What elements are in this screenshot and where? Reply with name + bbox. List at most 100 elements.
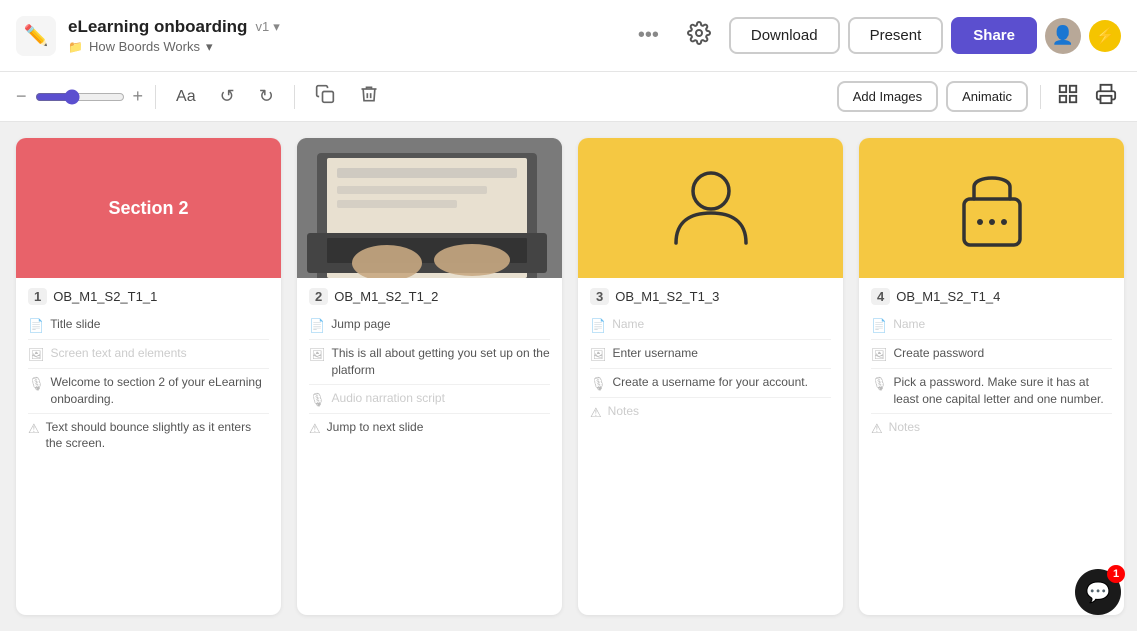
card-4-number-row: 4 OB_M1_S2_T1_4 (871, 288, 1112, 305)
card-2-screen[interactable]: This is all about getting you set up on … (332, 345, 550, 379)
card-1-image: Section 2 (16, 138, 281, 278)
zoom-out-button[interactable]: − (16, 86, 27, 107)
card-2-name-row: 📄 Jump page (309, 311, 550, 340)
card-1: Section 2 1 OB_M1_S2_T1_1 📄 Title slide … (16, 138, 281, 615)
mic-icon-3: 🎙 (590, 376, 607, 392)
chat-badge: 1 (1107, 565, 1125, 583)
warning-icon-2: ⚠ (309, 421, 321, 437)
card-1-number-row: 1 OB_M1_S2_T1_1 (28, 288, 269, 305)
text-style-button[interactable]: Aa (168, 84, 204, 110)
settings-button[interactable] (677, 15, 721, 57)
delete-button[interactable] (351, 80, 387, 113)
warning-icon-4: ⚠ (871, 421, 883, 437)
card-2: 2 OB_M1_S2_T1_2 📄 Jump page 🖼 This is al… (297, 138, 562, 615)
card-1-number: 1 (28, 288, 47, 305)
card-4: 4 OB_M1_S2_T1_4 📄 Name 🖼 Create password… (859, 138, 1124, 615)
warning-icon-3: ⚠ (590, 405, 602, 421)
screen-icon-4: 🖼 (871, 347, 888, 363)
project-title: eLearning onboarding (68, 17, 247, 37)
undo-button[interactable]: ↺ (212, 82, 243, 111)
card-3-notes-row[interactable]: ⚠ Notes (590, 398, 831, 426)
card-4-name-placeholder[interactable]: Name (893, 316, 925, 333)
trash-icon (359, 84, 379, 104)
person-icon (671, 163, 751, 253)
warning-icon: ⚠ (28, 421, 40, 437)
card-4-notes-placeholder[interactable]: Notes (889, 419, 920, 436)
card-4-narration-row[interactable]: 🎙 Pick a password. Make sure it has at l… (871, 369, 1112, 414)
copy-icon (315, 84, 335, 104)
card-4-body: 4 OB_M1_S2_T1_4 📄 Name 🖼 Create password… (859, 278, 1124, 615)
card-4-screen-row[interactable]: 🖼 Create password (871, 340, 1112, 369)
header-title-group: eLearning onboarding v1 ▾ 📁 How Boords W… (68, 17, 616, 55)
card-4-notes-row[interactable]: ⚠ Notes (871, 414, 1112, 442)
card-1-screen-placeholder[interactable]: Screen text and elements (51, 345, 187, 362)
breadcrumb[interactable]: 📁 How Boords Works ▾ (68, 39, 616, 55)
document-icon-3: 📄 (590, 318, 606, 334)
card-1-notes-row[interactable]: ⚠ Text should bounce slightly as it ente… (28, 414, 269, 458)
logo-icon[interactable]: ✏️ (16, 16, 56, 56)
separator2 (294, 85, 295, 109)
print-button[interactable] (1091, 79, 1121, 114)
card-3-image (578, 138, 843, 278)
zoom-slider[interactable] (35, 89, 125, 105)
card-1-screen-row[interactable]: 🖼 Screen text and elements (28, 340, 269, 369)
section-label: Section 2 (108, 198, 188, 219)
list-view-button[interactable] (1053, 79, 1083, 114)
separator3 (1040, 85, 1041, 109)
card-2-image (297, 138, 562, 278)
mic-icon: 🎙 (28, 376, 45, 392)
add-images-button[interactable]: Add Images (837, 81, 938, 112)
separator (155, 85, 156, 109)
card-2-notes[interactable]: Jump to next slide (327, 419, 424, 436)
download-button[interactable]: Download (729, 17, 840, 54)
card-4-number: 4 (871, 288, 890, 305)
card-4-name-row[interactable]: 📄 Name (871, 311, 1112, 340)
card-4-narration[interactable]: Pick a password. Make sure it has at lea… (894, 374, 1112, 408)
card-1-name[interactable]: Title slide (50, 316, 100, 333)
card-3-screen-row[interactable]: 🖼 Enter username (590, 340, 831, 369)
chat-button[interactable]: 💬 1 (1075, 569, 1121, 615)
card-4-screen[interactable]: Create password (894, 345, 985, 362)
more-options-button[interactable]: ••• (628, 18, 669, 53)
lightning-button[interactable]: ⚡ (1089, 20, 1121, 52)
redo-button[interactable]: ↻ (251, 82, 282, 111)
zoom-in-button[interactable]: + (133, 86, 144, 107)
card-3-notes-placeholder[interactable]: Notes (608, 403, 639, 420)
card-3-screen[interactable]: Enter username (613, 345, 698, 362)
card-1-narration-row[interactable]: 🎙 Welcome to section 2 of your eLearning… (28, 369, 269, 414)
card-1-id: OB_M1_S2_T1_1 (53, 289, 157, 304)
screen-icon-3: 🖼 (590, 347, 607, 363)
print-icon (1095, 83, 1117, 105)
card-4-image (859, 138, 1124, 278)
toolbar: − + Aa ↺ ↻ Add Images Animatic (0, 72, 1137, 122)
present-button[interactable]: Present (848, 17, 944, 54)
lock-icon (952, 161, 1032, 256)
card-3-name-row[interactable]: 📄 Name (590, 311, 831, 340)
card-2-narration-row[interactable]: 🎙 Audio narration script (309, 385, 550, 414)
cards-area: Section 2 1 OB_M1_S2_T1_1 📄 Title slide … (0, 122, 1137, 631)
card-3-narration[interactable]: Create a username for your account. (613, 374, 808, 391)
document-icon-2: 📄 (309, 318, 325, 334)
screen-icon: 🖼 (28, 347, 45, 363)
card-1-narration[interactable]: Welcome to section 2 of your eLearning o… (51, 374, 269, 408)
copy-button[interactable] (307, 80, 343, 113)
chat-icon: 💬 (1086, 580, 1111, 605)
avatar[interactable]: 👤 (1045, 18, 1081, 54)
card-3-number: 3 (590, 288, 609, 305)
card-2-narration-placeholder[interactable]: Audio narration script (332, 390, 445, 407)
card-2-notes-row[interactable]: ⚠ Jump to next slide (309, 414, 550, 442)
mic-icon-2: 🎙 (309, 392, 326, 408)
share-button[interactable]: Share (951, 17, 1037, 54)
animatic-button[interactable]: Animatic (946, 81, 1028, 112)
header-title-row: eLearning onboarding v1 ▾ (68, 17, 616, 37)
document-icon: 📄 (28, 318, 44, 334)
card-3-name-placeholder[interactable]: Name (612, 316, 644, 333)
card-1-notes[interactable]: Text should bounce slightly as it enters… (46, 419, 269, 453)
header-actions: ••• Download Present Share 👤 ⚡ (628, 15, 1121, 57)
card-3-narration-row[interactable]: 🎙 Create a username for your account. (590, 369, 831, 398)
version-selector[interactable]: v1 ▾ (255, 19, 279, 35)
mic-icon-4: 🎙 (871, 376, 888, 392)
header: ✏️ eLearning onboarding v1 ▾ 📁 How Boord… (0, 0, 1137, 72)
card-2-name[interactable]: Jump page (331, 316, 390, 333)
card-2-screen-row[interactable]: 🖼 This is all about getting you set up o… (309, 340, 550, 385)
